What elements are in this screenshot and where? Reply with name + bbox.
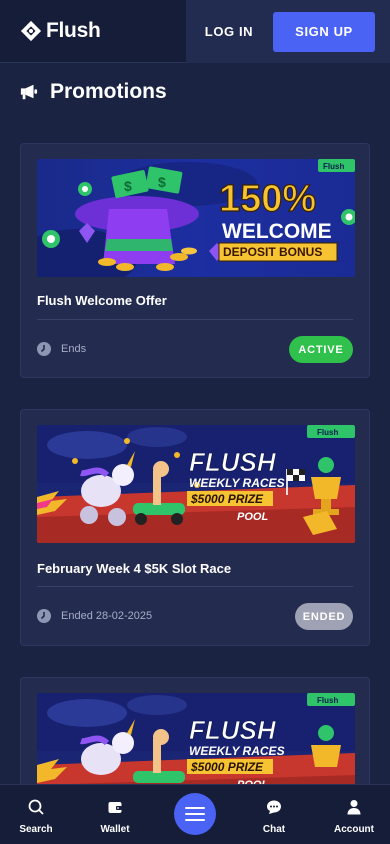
brand-logo[interactable]: Flush	[20, 0, 186, 63]
promotion-card[interactable]: Flush FLUSH WEEKLY RACES $5000 PRIZE POO…	[20, 409, 370, 646]
promotion-banner[interactable]: Flush FLUSH WEEKLY RACES $5000 PRIZE POO…	[37, 425, 355, 543]
banner-logo: Flush	[317, 696, 338, 705]
brand-name: Flush	[46, 19, 101, 42]
banner-headline: FLUSH	[189, 715, 277, 745]
card-divider	[37, 586, 353, 587]
signup-button[interactable]: SIGN UP	[273, 11, 375, 52]
user-icon	[347, 800, 361, 815]
promotion-title[interactable]: February Week 4 $5K Slot Race	[37, 561, 231, 576]
nav-label: Chat	[262, 824, 286, 835]
chat-icon	[267, 800, 281, 814]
megaphone-icon	[20, 84, 38, 100]
nav-label: Account	[334, 824, 374, 835]
banner-tagline-suffix: POOL	[237, 511, 268, 523]
svg-text:$: $	[124, 178, 132, 194]
banner-subheadline: WEEKLY RACES	[189, 476, 285, 490]
menu-icon	[185, 807, 205, 821]
search-icon	[28, 799, 44, 815]
promotion-banner[interactable]: $ $ Flush 150% WELCOME DEPOSIT BONUS	[37, 159, 355, 277]
race-banner-image: Flush FLUSH WEEKLY RACES $5000 PRIZE POO…	[37, 425, 355, 543]
banner-subheadline: WEEKLY RACES	[189, 744, 285, 758]
nav-search[interactable]: Search	[16, 785, 56, 844]
banner-logo: Flush	[323, 162, 344, 171]
status-badge: ACTIVE	[289, 336, 353, 363]
promotion-title[interactable]: Flush Welcome Offer	[37, 293, 167, 308]
promotion-meta: Ends	[37, 342, 86, 356]
page-title-row: Promotions	[20, 80, 167, 104]
login-button[interactable]: LOG IN	[186, 12, 272, 52]
nav-chat[interactable]: Chat	[254, 785, 294, 844]
promotion-meta: Ended 28-02-2025	[37, 609, 152, 623]
card-divider	[37, 319, 353, 320]
flush-logo-icon	[20, 20, 42, 42]
auth-actions: LOG IN SIGN UP	[186, 0, 390, 63]
clock-icon	[37, 609, 51, 623]
banner-logo: Flush	[317, 428, 338, 437]
page-title: Promotions	[50, 80, 167, 103]
banner-headline: FLUSH	[189, 447, 277, 477]
banner-tagline: DEPOSIT BONUS	[223, 245, 322, 259]
menu-button[interactable]	[174, 793, 216, 835]
banner-subheadline: WELCOME	[222, 220, 332, 243]
bottom-navigation: Search Wallet Chat Account	[0, 784, 390, 844]
promotion-card[interactable]: $ $ Flush 150% WELCOME DEPOSIT BONUS Flu…	[20, 143, 370, 378]
promotion-end-text: Ends	[61, 343, 87, 355]
svg-text:$: $	[158, 174, 166, 190]
welcome-banner-image: $ $ Flush 150% WELCOME DEPOSIT BONUS	[37, 159, 355, 277]
banner-headline: 150%	[219, 178, 316, 220]
nav-account[interactable]: Account	[332, 785, 376, 844]
nav-label: Wallet	[100, 824, 130, 835]
status-badge: ENDED	[295, 603, 353, 630]
banner-tagline: $5000 PRIZE	[190, 760, 264, 774]
promotion-end-text: Ended 28-02-2025	[61, 610, 153, 622]
top-header: Flush LOG IN SIGN UP	[0, 0, 390, 63]
clock-icon	[37, 342, 51, 356]
wallet-icon	[108, 802, 122, 813]
nav-wallet[interactable]: Wallet	[95, 785, 135, 844]
nav-label: Search	[19, 824, 53, 835]
banner-tagline: $5000 PRIZE	[190, 492, 264, 506]
